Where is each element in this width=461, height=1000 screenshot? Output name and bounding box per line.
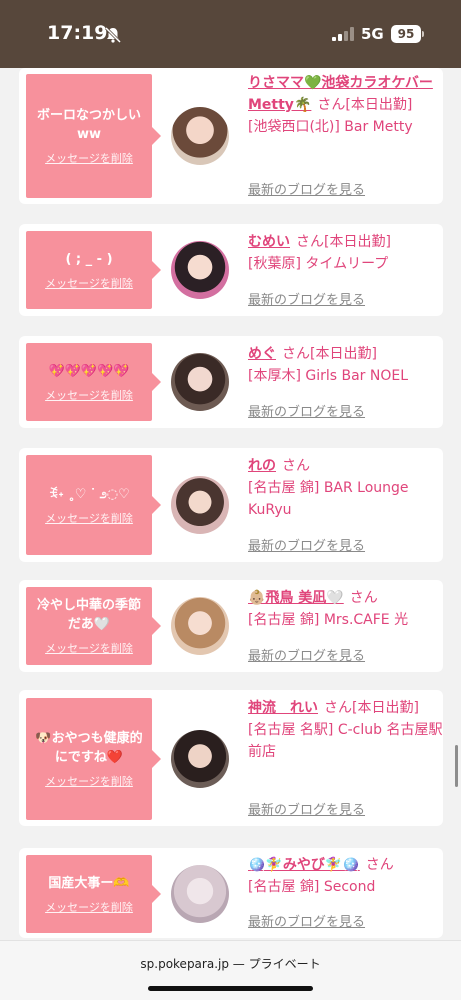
cast-info: りさママ💚池袋カラオケバーMetty🌴 さん[本日出勤] [池袋西口(北)] Ba… (248, 72, 443, 138)
honorific: さん (349, 590, 378, 606)
cast-name-link[interactable]: むめい (248, 234, 290, 250)
shop-name: [名古屋 錦] BAR Lounge KuRyu (248, 480, 409, 518)
blog-link[interactable]: 最新のブログを見る (248, 799, 365, 818)
message-text: ( ; _ - ) (65, 251, 113, 267)
cast-info: 神流 れい さん[本日出勤] [名古屋 名駅] C-club 名古屋駅前店 (248, 697, 443, 763)
honorific: さん (365, 857, 394, 873)
list-item: 🐶おやつも健康的にですね❤️ メッセージを削除 神流 れい さん[本日出勤] [名… (19, 690, 443, 826)
blog-link[interactable]: 最新のブログを見る (248, 401, 365, 420)
delete-message-link[interactable]: メッセージを削除 (45, 387, 133, 403)
blog-link[interactable]: 最新のブログを見る (248, 289, 365, 308)
list-item: ( ; _ - ) メッセージを削除 むめい さん[本日出勤] [秋葉原] タイム… (19, 224, 443, 316)
cast-info: れの さん [名古屋 錦] BAR Lounge KuRyu (248, 455, 443, 521)
home-indicator[interactable] (148, 986, 313, 991)
browser-bottom-bar: sp.pokepara.jp — プライベート (0, 940, 461, 1000)
message-bubble: 💖💖💖💖💖 メッセージを削除 (26, 343, 161, 421)
shift-status: [本日出勤] (352, 700, 419, 716)
list-item: ꉂ˖ ˳♡ ᐝ ೨◌♡ メッセージを削除 れの さん [名古屋 錦] BAR Lo… (19, 448, 443, 562)
cast-name-link[interactable]: 👶🏼飛鳥 美凪🤍 (248, 590, 344, 606)
message-bubble: ( ; _ - ) メッセージを削除 (26, 231, 161, 309)
cast-info: むめい さん[本日出勤] [秋葉原] タイムリープ (248, 231, 443, 275)
honorific: さん (282, 346, 310, 362)
avatar[interactable] (171, 865, 229, 923)
blog-link[interactable]: 最新のブログを見る (248, 179, 365, 198)
shift-status: [本日出勤] (345, 97, 413, 113)
delete-message-link[interactable]: メッセージを削除 (45, 510, 133, 526)
shop-name: [本厚木] Girls Bar NOEL (248, 368, 409, 384)
shop-name: [名古屋 錦] Second (248, 879, 376, 895)
bell-off-icon (104, 26, 122, 44)
list-item: 💖💖💖💖💖 メッセージを削除 めぐ さん[本日出勤] [本厚木] Girls Ba… (19, 336, 443, 428)
message-bubble: ボーロなつかしいww メッセージを削除 (26, 74, 161, 198)
signal-strength-icon (332, 27, 354, 41)
list-item: ボーロなつかしいww メッセージを削除 りさママ💚池袋カラオケバーMetty🌴 さ… (19, 68, 443, 204)
shop-name: [名古屋 錦] Mrs.CAFE 光 (248, 612, 409, 628)
cast-name-link[interactable]: 神流 れい (248, 700, 318, 716)
avatar[interactable] (171, 241, 229, 299)
cast-name-link[interactable]: れの (248, 458, 276, 474)
honorific: さん (324, 700, 352, 716)
honorific: さん (296, 234, 324, 250)
message-text: 🐶おやつも健康的にですね❤️ (35, 731, 143, 765)
shift-status: [本日出勤] (324, 234, 391, 250)
message-text: 国産大事ー🫶 (48, 875, 130, 891)
cast-info: 🪩🧚‍♀️みやび🧚‍♀️🪩 さん [名古屋 錦] Second (248, 854, 443, 898)
message-bubble: ꉂ˖ ˳♡ ᐝ ೨◌♡ メッセージを削除 (26, 455, 161, 555)
blog-link[interactable]: 最新のブログを見る (248, 645, 365, 664)
shop-name: [秋葉原] タイムリープ (248, 256, 389, 272)
message-text: ボーロなつかしいww (36, 108, 141, 142)
honorific: さん (317, 97, 346, 113)
blog-link[interactable]: 最新のブログを見る (248, 535, 365, 554)
cast-info: めぐ さん[本日出勤] [本厚木] Girls Bar NOEL (248, 343, 443, 387)
status-bar: 17:19 5G 95 (0, 0, 461, 68)
list-item: 国産大事ー🫶 メッセージを削除 🪩🧚‍♀️みやび🧚‍♀️🪩 さん [名古屋 錦] … (19, 848, 443, 938)
battery-icon: 95 (391, 25, 421, 43)
message-text: 冷やし中華の季節だあ🤍 (36, 598, 141, 632)
avatar[interactable] (171, 476, 229, 534)
delete-message-link[interactable]: メッセージを削除 (45, 150, 133, 166)
status-time: 17:19 (47, 22, 108, 44)
blog-link[interactable]: 最新のブログを見る (248, 911, 365, 930)
message-bubble: 🐶おやつも健康的にですね❤️ メッセージを削除 (26, 698, 161, 820)
list-item: 冷やし中華の季節だあ🤍 メッセージを削除 👶🏼飛鳥 美凪🤍 さん [名古屋 錦] … (19, 580, 443, 672)
cast-info: 👶🏼飛鳥 美凪🤍 さん [名古屋 錦] Mrs.CAFE 光 (248, 587, 443, 631)
scrollbar[interactable] (455, 745, 458, 787)
message-bubble: 冷やし中華の季節だあ🤍 メッセージを削除 (26, 587, 161, 665)
network-type: 5G (361, 25, 384, 43)
url-display[interactable]: sp.pokepara.jp — プライベート (0, 955, 461, 972)
cast-name-link[interactable]: 🪩🧚‍♀️みやび🧚‍♀️🪩 (248, 857, 360, 873)
avatar[interactable] (171, 730, 229, 788)
shop-name: [名古屋 名駅] C-club 名古屋駅前店 (248, 722, 443, 760)
delete-message-link[interactable]: メッセージを削除 (45, 899, 133, 915)
avatar[interactable] (171, 353, 229, 411)
delete-message-link[interactable]: メッセージを削除 (45, 773, 133, 789)
message-bubble: 国産大事ー🫶 メッセージを削除 (26, 855, 161, 933)
battery-tip (422, 31, 424, 37)
delete-message-link[interactable]: メッセージを削除 (45, 640, 133, 656)
delete-message-link[interactable]: メッセージを削除 (45, 275, 133, 291)
honorific: さん (282, 458, 310, 474)
shift-status: [本日出勤] (310, 346, 377, 362)
message-text: 💖💖💖💖💖 (48, 363, 130, 379)
message-text: ꉂ˖ ˳♡ ᐝ ೨◌♡ (48, 486, 130, 502)
avatar[interactable] (171, 107, 229, 165)
cast-name-link[interactable]: めぐ (248, 346, 276, 362)
shop-name: [池袋西口(北)] Bar Metty (248, 119, 413, 135)
avatar[interactable] (171, 597, 229, 655)
